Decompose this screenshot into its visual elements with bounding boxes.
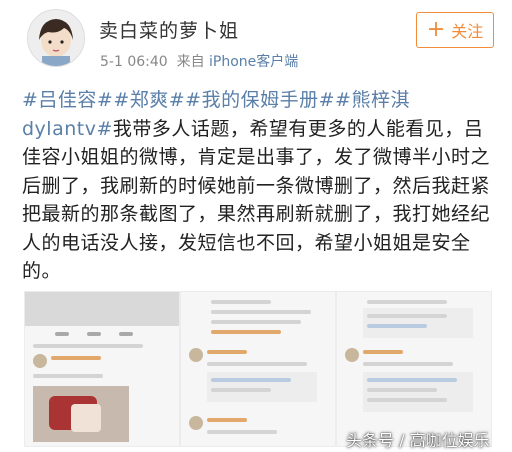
thumb-text-line bbox=[367, 300, 447, 304]
post-meta: 5-1 06:40 来自 iPhone客户端 bbox=[100, 51, 298, 71]
thumb-text-line bbox=[211, 310, 311, 314]
watermark: 头条号 / 高咖位娱乐 bbox=[346, 431, 490, 450]
post-header: 卖白菜的萝卜姐 5-1 06:40 来自 iPhone客户端 + 关注 bbox=[0, 0, 512, 82]
screenshot-comments-1[interactable] bbox=[180, 291, 336, 447]
thumb-text-line bbox=[211, 320, 301, 324]
thumb-avatar bbox=[189, 348, 203, 362]
username[interactable]: 卖白菜的萝卜姐 bbox=[99, 16, 239, 43]
profile-cover bbox=[25, 292, 179, 326]
thumb-quote bbox=[363, 372, 473, 412]
thumb-avatar bbox=[189, 416, 203, 430]
thumb-text-line bbox=[363, 362, 453, 366]
post-body: 我带多人话题，希望有更多的人能看见，吕佳容小姐姐的微博，肯定是出事了，发了微博半… bbox=[22, 117, 491, 283]
follow-button[interactable]: + 关注 bbox=[416, 12, 494, 48]
thumb-text-line bbox=[33, 344, 143, 348]
thumb-text-line bbox=[363, 350, 403, 354]
thumb-avatar bbox=[33, 354, 47, 368]
thumb-tab bbox=[119, 332, 133, 336]
thumb-text-line bbox=[211, 300, 271, 304]
thumb-quote bbox=[363, 308, 473, 338]
follow-label: 关注 bbox=[451, 22, 484, 41]
thumb-photo bbox=[33, 386, 129, 442]
thumb-text-line bbox=[51, 356, 101, 360]
thumb-text-line bbox=[207, 350, 247, 354]
source-prefix: 来自 bbox=[176, 54, 205, 70]
post-time: 5-1 06:40 bbox=[100, 54, 168, 70]
plus-icon: + bbox=[426, 17, 446, 42]
thumb-quote bbox=[207, 372, 317, 402]
thumb-avatar bbox=[345, 348, 359, 362]
thumb-tab bbox=[55, 332, 69, 336]
thumb-text-line bbox=[207, 430, 277, 434]
thumb-text-line bbox=[207, 418, 247, 422]
screenshot-comments-2[interactable] bbox=[336, 291, 492, 447]
thumb-text-line bbox=[211, 330, 281, 334]
thumb-tab bbox=[87, 332, 101, 336]
avatar[interactable] bbox=[27, 9, 85, 67]
avatar-image bbox=[28, 10, 84, 66]
post-content: #吕佳容##郑爽##我的保姆手册##熊梓淇dylantv#我带多人话题，希望有更… bbox=[22, 86, 492, 286]
thumb-text-line bbox=[207, 362, 307, 366]
thumb-text-line bbox=[33, 374, 103, 378]
screenshot-profile-post[interactable] bbox=[24, 291, 180, 447]
post-source[interactable]: iPhone客户端 bbox=[209, 54, 298, 70]
